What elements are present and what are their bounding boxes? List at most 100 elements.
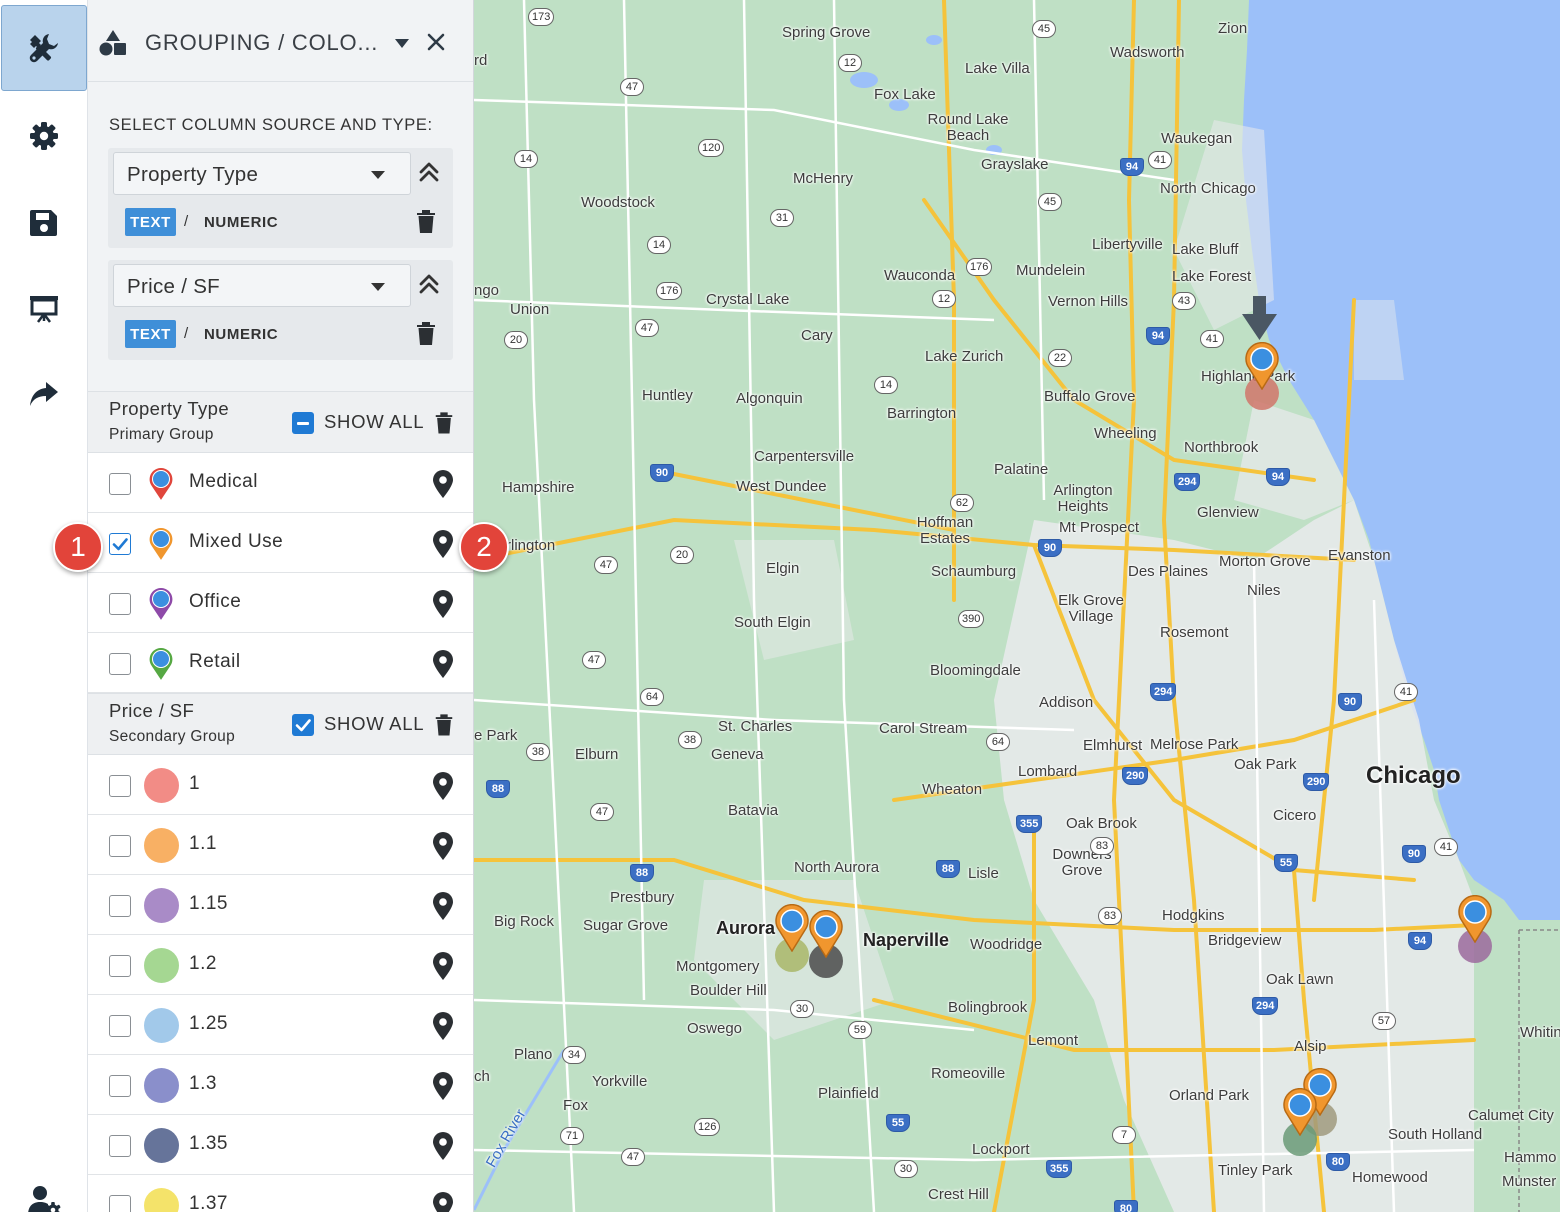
- source-section-label: SELECT COLUMN SOURCE AND TYPE:: [109, 116, 433, 134]
- location-pin-icon[interactable]: [431, 951, 455, 981]
- route-shield: 294: [1252, 997, 1279, 1015]
- presentation-button[interactable]: [0, 264, 88, 352]
- route-shield: 62: [950, 494, 974, 512]
- route-shield: 71: [560, 1127, 584, 1145]
- list-item[interactable]: Retail: [88, 633, 473, 693]
- presentation-icon: [30, 296, 58, 323]
- location-pin-icon[interactable]: [431, 1191, 455, 1212]
- list-item[interactable]: 1: [88, 755, 473, 815]
- route-shield: 83: [1090, 837, 1114, 855]
- place-label: Lockport: [972, 1141, 1030, 1158]
- list-item[interactable]: Office: [88, 573, 473, 633]
- map-view[interactable]: Spring Grove Zion Wadsworth Lake Villa Fox L…: [474, 0, 1560, 1212]
- location-pin-icon[interactable]: [431, 469, 455, 499]
- map-base: [474, 0, 1560, 1212]
- location-pin-icon[interactable]: [431, 529, 455, 559]
- column-select-1[interactable]: Property Type: [113, 152, 411, 195]
- collapse-up-icon[interactable]: [416, 272, 442, 296]
- place-label: Carol Stream: [879, 720, 968, 737]
- type-text-option[interactable]: TEXT: [125, 320, 176, 348]
- show-all-checkbox-indeterminate[interactable]: [292, 412, 314, 434]
- location-pin-icon[interactable]: [431, 1131, 455, 1161]
- trash-icon[interactable]: [433, 410, 455, 435]
- list-item[interactable]: 1.35: [88, 1115, 473, 1175]
- save-button[interactable]: [0, 178, 88, 266]
- place-label: Bridgeview: [1208, 932, 1282, 949]
- place-label: Whitin: [1520, 1024, 1560, 1041]
- location-pin-icon[interactable]: [431, 649, 455, 679]
- item-checkbox[interactable]: [109, 1075, 131, 1097]
- trash-icon[interactable]: [414, 320, 438, 346]
- place-label: Boulder Hill: [690, 982, 767, 999]
- user-settings-icon: [28, 1186, 61, 1212]
- place-label: Palatine: [994, 461, 1049, 478]
- tools-button[interactable]: [1, 5, 87, 91]
- item-checkbox[interactable]: [109, 473, 131, 495]
- route-shield: 64: [986, 733, 1010, 751]
- panel-title[interactable]: GROUPING / COLO...: [145, 30, 378, 56]
- location-pin-icon[interactable]: [431, 771, 455, 801]
- type-numeric-option[interactable]: NUMERIC: [204, 214, 278, 231]
- item-checkbox[interactable]: [109, 593, 131, 615]
- show-all-label[interactable]: SHOW ALL: [324, 713, 424, 735]
- route-shield: 45: [1032, 20, 1056, 38]
- trash-icon[interactable]: [433, 712, 455, 737]
- location-pin-icon[interactable]: [431, 1071, 455, 1101]
- show-all-checkbox-checked[interactable]: [292, 714, 314, 736]
- item-checkbox[interactable]: [109, 653, 131, 675]
- route-shield: 90: [650, 464, 674, 482]
- route-shield: 176: [966, 258, 993, 276]
- trash-icon[interactable]: [414, 208, 438, 234]
- list-item[interactable]: 1.15: [88, 875, 473, 935]
- place-label: Morton Grove: [1219, 553, 1311, 570]
- close-icon[interactable]: [424, 30, 448, 54]
- location-pin-icon[interactable]: [431, 589, 455, 619]
- collapse-up-icon[interactable]: [416, 160, 442, 184]
- place-label: Waukegan: [1161, 130, 1233, 147]
- route-shield: 41: [1394, 683, 1418, 701]
- item-checkbox[interactable]: [109, 775, 131, 797]
- place-label: Wheaton: [922, 781, 983, 798]
- location-pin-icon[interactable]: [431, 831, 455, 861]
- group-title: Price / SF: [109, 700, 195, 721]
- place-label: Naperville: [863, 930, 950, 950]
- list-item[interactable]: Mixed Use: [88, 513, 473, 573]
- place-label: Barrington: [887, 405, 957, 422]
- user-settings-button[interactable]: [0, 1156, 88, 1212]
- route-shield: 355: [1016, 815, 1043, 833]
- settings-button[interactable]: [0, 92, 88, 180]
- route-shield: 34: [562, 1046, 586, 1064]
- map-pin-icon: [809, 910, 843, 958]
- item-checkbox[interactable]: [109, 533, 131, 555]
- route-shield: 12: [932, 290, 956, 308]
- place-label: Batavia: [728, 802, 779, 819]
- show-all-label[interactable]: SHOW ALL: [324, 411, 424, 433]
- place-label: Lake Villa: [965, 60, 1030, 77]
- item-checkbox[interactable]: [109, 1015, 131, 1037]
- item-checkbox[interactable]: [109, 835, 131, 857]
- type-numeric-option[interactable]: NUMERIC: [204, 326, 278, 343]
- column-select-2[interactable]: Price / SF: [113, 264, 411, 307]
- color-swatch: [144, 1188, 179, 1212]
- list-item[interactable]: 1.1: [88, 815, 473, 875]
- list-item[interactable]: 1.2: [88, 935, 473, 995]
- route-shield: 38: [678, 731, 702, 749]
- place-label: Hodgkins: [1162, 907, 1225, 924]
- share-button[interactable]: [0, 350, 88, 438]
- type-text-option[interactable]: TEXT: [125, 208, 176, 236]
- location-pin-icon[interactable]: [431, 1011, 455, 1041]
- item-checkbox[interactable]: [109, 1195, 131, 1212]
- list-item[interactable]: 1.37: [88, 1175, 473, 1212]
- item-checkbox[interactable]: [109, 1135, 131, 1157]
- group-title: Property Type: [109, 398, 230, 419]
- list-item[interactable]: 1.3: [88, 1055, 473, 1115]
- route-shield: 57: [1372, 1012, 1396, 1030]
- item-checkbox[interactable]: [109, 955, 131, 977]
- location-pin-icon[interactable]: [431, 891, 455, 921]
- list-item[interactable]: Medical: [88, 453, 473, 513]
- item-checkbox[interactable]: [109, 895, 131, 917]
- place-label: Arlington Heights: [1053, 482, 1113, 515]
- list-item[interactable]: 1.25: [88, 995, 473, 1055]
- place-label: Elk Grove Village: [1058, 592, 1124, 625]
- chevron-down-icon[interactable]: [394, 36, 410, 50]
